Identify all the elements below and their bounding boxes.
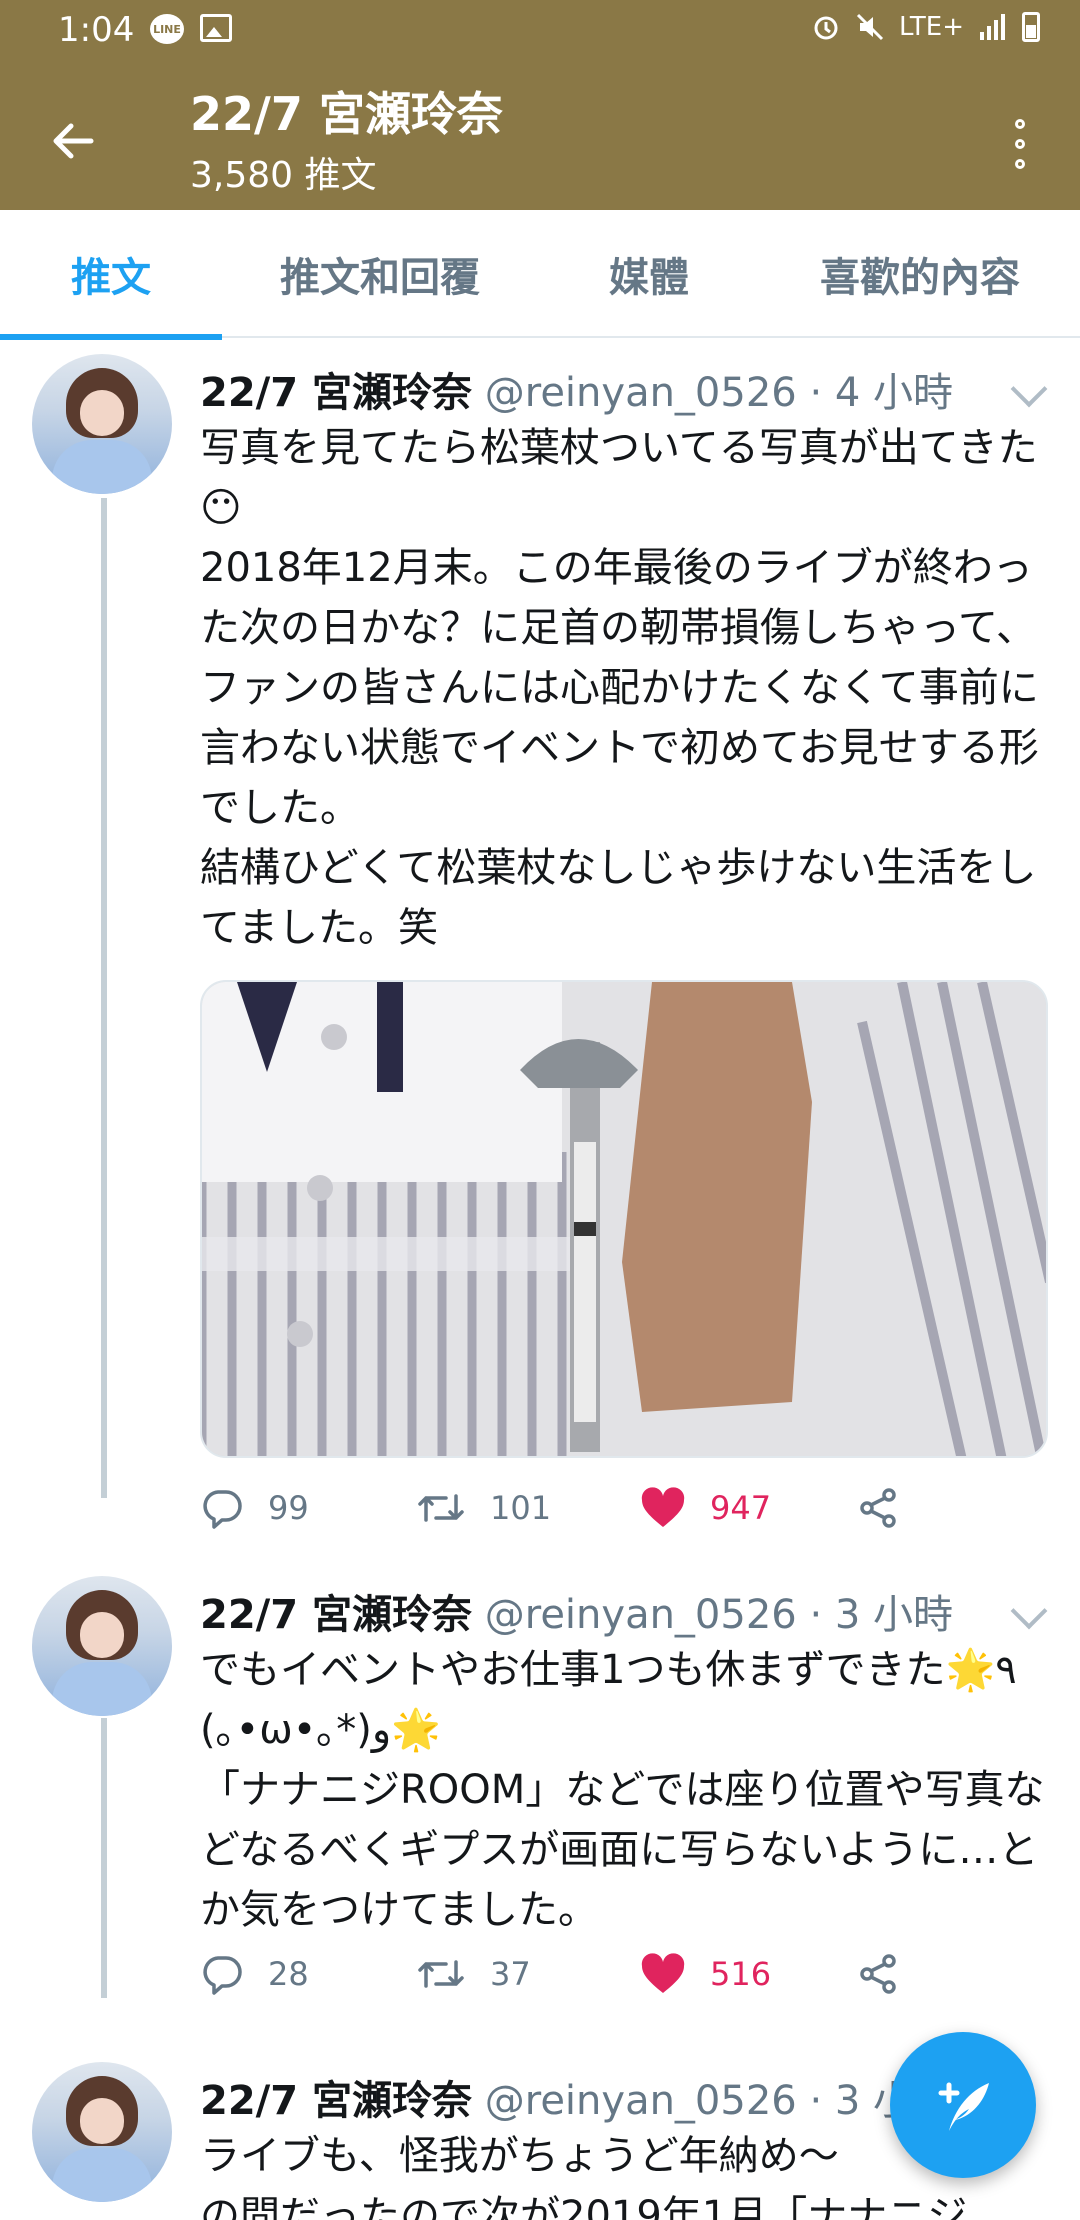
tab-tweets-and-replies[interactable]: 推文和回覆 [222,210,538,338]
back-arrow-icon [53,123,94,159]
author-handle: @reinyan_0526 [484,1592,797,1638]
tweet-time: · 4 小時 [809,370,954,416]
retweet-button[interactable]: 37 [416,1944,531,2004]
back-button[interactable] [38,106,108,176]
author-name: 22/7 宮瀬玲奈 [200,2078,473,2124]
tweet-actions: 99 101 947 [200,1478,900,1538]
author-handle: @reinyan_0526 [484,370,797,416]
chevron-down-icon[interactable] [1010,370,1048,408]
tweet-header: 22/7 宮瀬玲奈 @reinyan_0526 · 3 小時 [200,1582,953,1640]
like-count: 947 [710,1489,772,1527]
status-bar: 1:04 LINE LTE+ [0,0,1080,64]
retweet-icon [418,1960,464,1988]
page-title: 22/7 宮瀬玲奈 [190,87,503,141]
retweet-button[interactable]: 101 [416,1478,551,1538]
mute-icon [856,13,884,41]
share-icon [860,1954,896,1994]
tweet-header: 22/7 宮瀬玲奈 @reinyan_0526 · 3 小時 [200,2068,953,2126]
author-name: 22/7 宮瀬玲奈 [200,1592,473,1638]
profile-tabs: 推文 推文和回覆 媒體 喜歡的內容 [0,210,1080,340]
share-icon [860,1488,896,1528]
author-name: 22/7 宮瀬玲奈 [200,370,473,416]
alarm-icon [814,16,838,40]
more-dot-icon [1015,139,1025,149]
retweet-count: 37 [490,1955,531,1993]
tab-tweets[interactable]: 推文 [0,210,222,340]
reply-count: 28 [268,1955,309,1993]
status-time: 1:04 [58,10,135,50]
tweet-count: 3,580 推文 [190,155,377,196]
compose-tweet-icon [938,2082,989,2131]
reply-icon [203,1956,242,1995]
reply-button[interactable]: 28 [200,1944,309,2004]
tweet-time: · 3 小時 [809,1592,954,1638]
heart-filled-icon [641,1953,685,1993]
retweet-icon [418,1494,464,1522]
reply-count: 99 [268,1489,309,1527]
like-button[interactable]: 947 [640,1478,771,1538]
author-handle: @reinyan_0526 [484,2078,797,2124]
battery-icon [1022,12,1040,42]
network-label: LTE+ [899,12,964,42]
share-button[interactable] [856,1478,900,1538]
tab-likes[interactable]: 喜歡的內容 [760,210,1080,338]
like-count: 516 [710,1955,772,1993]
reply-button[interactable]: 99 [200,1478,309,1538]
like-button[interactable]: 516 [640,1944,771,2004]
tweet-text: 写真を見てたら松葉杖ついてる写真が出てきた😶 2018年12月末。この年最後のラ… [200,425,1039,951]
crutch-photo [202,982,1046,1456]
tweet-item[interactable]: 22/7 宮瀬玲奈 @reinyan_0526 · 3 小時 でもイベントやお仕… [0,1576,1080,1995]
tweet-item[interactable]: 22/7 宮瀬玲奈 @reinyan_0526 · 4 小時 写真を見てたら松葉… [0,354,1080,1554]
line-icon: LINE [150,14,184,44]
avatar[interactable] [32,1576,172,1716]
reply-icon [203,1490,242,1529]
more-dot-icon [1015,159,1025,169]
more-options-button[interactable] [1000,104,1040,184]
avatar[interactable] [32,2062,172,2202]
profile-header: 22/7 宮瀬玲奈 3,580 推文 [0,64,1080,210]
avatar[interactable] [32,354,172,494]
tab-media[interactable]: 媒體 [538,210,760,338]
tweet-photo[interactable] [200,980,1048,1458]
signal-icon [980,14,1005,40]
share-button[interactable] [856,1944,900,2004]
retweet-count: 101 [490,1489,552,1527]
compose-tweet-button[interactable] [890,2032,1036,2178]
tweet-text: でもイベントやお仕事1つも休まずできた🌟٩(｡•ω•｡*)و🌟 「ナナニジROO… [200,1647,1045,1933]
heart-filled-icon [641,1487,685,1527]
tweet-actions: 28 37 516 [200,1944,900,2004]
tweet-header: 22/7 宮瀬玲奈 @reinyan_0526 · 4 小時 [200,360,953,418]
more-dot-icon [1015,119,1025,129]
tweet-timeline[interactable]: 22/7 宮瀬玲奈 @reinyan_0526 · 4 小時 写真を見てたら松葉… [0,338,1080,2220]
gallery-icon [200,14,232,42]
chevron-down-icon[interactable] [1010,1592,1048,1630]
